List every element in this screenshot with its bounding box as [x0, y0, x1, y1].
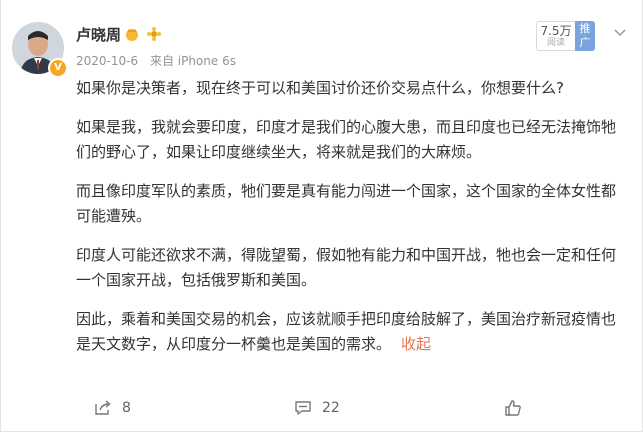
promote-button[interactable]: 推广: [575, 21, 595, 51]
post-paragraph: 而且像印度军队的素质，牠们要是真有能力闯进一个国家，这个国家的全体女性都可能遭殃…: [76, 182, 617, 225]
verified-badge-icon: V: [48, 58, 68, 78]
post-body: 如果你是决策者，现在终于可以和美国讨价还价交易点什么，你想要什么? 如果是我，我…: [76, 72, 616, 371]
more-icon[interactable]: [610, 26, 630, 40]
read-label: 阅读: [546, 38, 565, 48]
post-paragraph: 因此，乘着和美国交易的机会，应该就顺手把印度给肢解了，美国治疗新冠疫情也是天文数…: [76, 310, 617, 353]
comment-button[interactable]: 22: [294, 400, 340, 416]
post-paragraph-last: 因此，乘着和美国交易的机会，应该就顺手把印度给肢解了，美国治疗新冠疫情也是天文数…: [76, 307, 616, 357]
comment-icon: [295, 401, 311, 415]
author-name[interactable]: 卢晓周: [76, 24, 121, 45]
read-count: 7.5万: [540, 24, 572, 38]
share-icon: [95, 400, 111, 415]
action-bar: 8 22: [0, 392, 643, 426]
like-button[interactable]: [504, 400, 532, 416]
post-paragraph: 如果是我，我就会要印度，印度才是我们的心腹大患，而且印度也已经无法掩饰牠们的野心…: [76, 118, 617, 161]
post-paragraph: 印度人可能还欲求不满，得陇望蜀，假如牠有能力和中国开战，牠也会一定和任何一个国家…: [76, 246, 617, 289]
like-icon: [505, 400, 521, 416]
flower-badge-icon: [146, 26, 162, 42]
share-button[interactable]: 8: [94, 400, 131, 416]
collapse-link[interactable]: 收起: [401, 335, 431, 353]
post-date[interactable]: 2020-10-6: [76, 54, 138, 68]
share-count: 8: [122, 400, 131, 416]
post-source: 来自 iPhone 6s: [149, 54, 236, 68]
crown-badge-icon: [126, 29, 138, 41]
comment-count: 22: [322, 400, 340, 416]
read-count-box: 7.5万 阅读: [536, 21, 576, 51]
post-paragraph: 如果你是决策者，现在终于可以和美国讨价还价交易点什么，你想要什么?: [76, 79, 564, 97]
post-meta: 2020-10-6 来自 iPhone 6s: [76, 52, 236, 69]
